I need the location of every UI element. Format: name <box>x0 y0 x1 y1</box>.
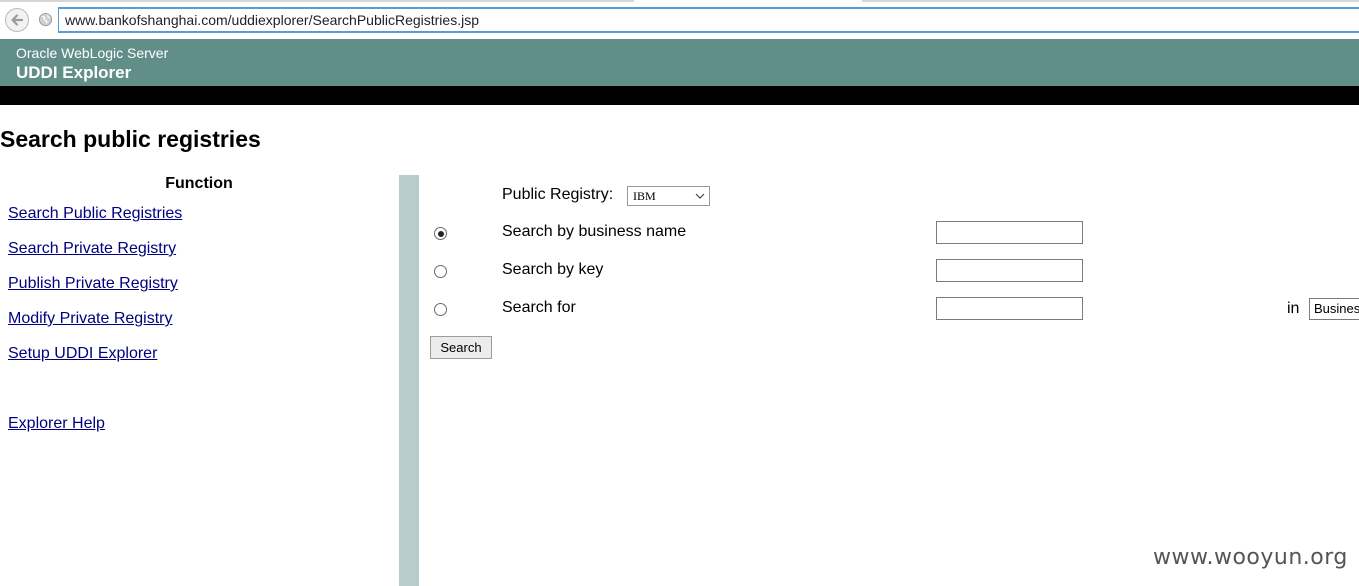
page-title: Search public registries <box>0 126 261 152</box>
nav-link-publish-private-registry[interactable]: Publish Private Registry <box>8 275 178 293</box>
in-label: in <box>1287 300 1300 317</box>
column-divider <box>399 175 419 586</box>
tab-strip-edge <box>862 0 1359 2</box>
header-separator-bar <box>0 86 1359 105</box>
search-for-label: Search for <box>502 299 576 316</box>
search-button[interactable]: Search <box>430 336 492 359</box>
nav-link-search-private-registry[interactable]: Search Private Registry <box>8 240 176 258</box>
business-name-input[interactable] <box>936 221 1083 244</box>
back-arrow-icon <box>11 14 24 26</box>
public-registry-select[interactable]: IBM <box>627 186 710 206</box>
nav-link-search-public-registries[interactable]: Search Public Registries <box>8 205 182 223</box>
search-by-business-name-label: Search by business name <box>502 223 687 240</box>
chevron-down-icon <box>695 193 705 199</box>
watermark: www.wooyun.org <box>1153 545 1348 570</box>
nav-link-modify-private-registry[interactable]: Modify Private Registry <box>8 310 173 328</box>
public-registry-label: Public Registry: <box>502 186 614 203</box>
public-registry-selected-value: IBM <box>633 189 656 203</box>
app-title: UDDI Explorer <box>16 63 132 82</box>
radio-search-by-business-name[interactable] <box>434 227 447 240</box>
nav-link-explorer-help[interactable]: Explorer Help <box>8 415 105 433</box>
search-category-select[interactable]: Business <box>1309 298 1359 320</box>
app-header: Oracle WebLogic Server UDDI Explorer <box>0 39 1359 86</box>
browser-address-bar: www.bankofshanghai.com/uddiexplorer/Sear… <box>0 0 1359 38</box>
function-heading: Function <box>165 175 233 192</box>
url-input[interactable]: www.bankofshanghai.com/uddiexplorer/Sear… <box>58 7 1359 33</box>
globe-icon <box>38 12 53 27</box>
radio-search-by-key[interactable] <box>434 265 447 278</box>
product-name: Oracle WebLogic Server <box>16 45 169 61</box>
radio-search-for[interactable] <box>434 303 447 316</box>
search-for-input[interactable] <box>936 297 1083 320</box>
nav-link-setup-uddi-explorer[interactable]: Setup UDDI Explorer <box>8 345 157 363</box>
back-button[interactable] <box>5 8 29 32</box>
tab-strip-edge <box>0 0 634 2</box>
key-input[interactable] <box>936 259 1083 282</box>
search-by-key-label: Search by key <box>502 261 604 278</box>
